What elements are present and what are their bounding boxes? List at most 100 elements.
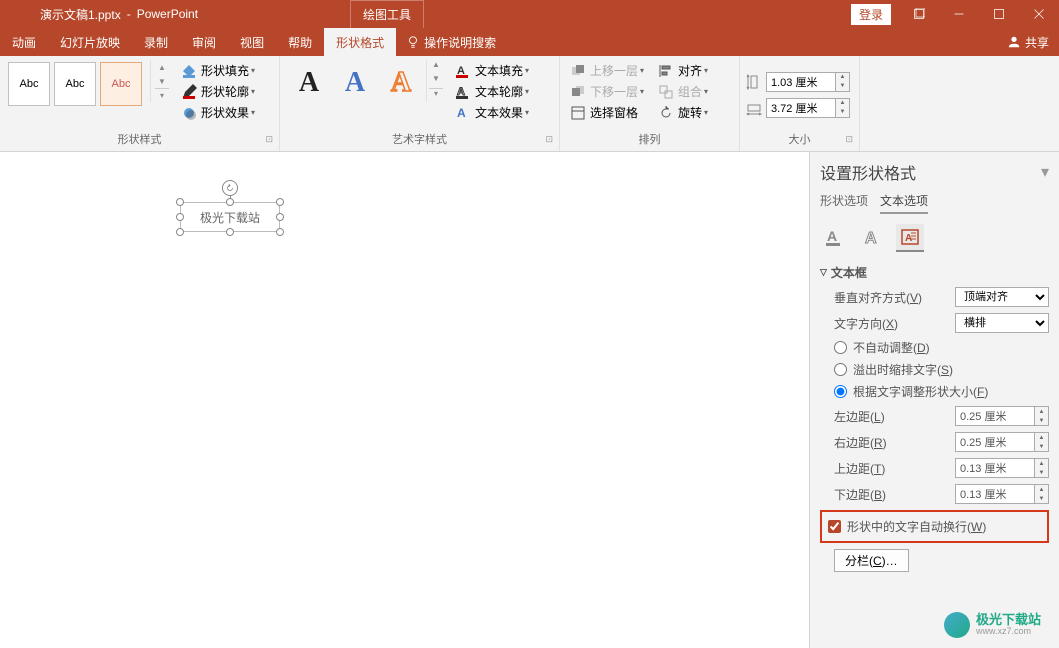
shape-effects-button[interactable]: 形状效果▾ <box>177 102 259 123</box>
input-bottom-margin[interactable]: 0.13 厘米 <box>955 484 1035 504</box>
resize-handle-sw[interactable] <box>176 228 184 236</box>
subtab-textbox[interactable]: A <box>896 224 924 252</box>
resize-handle-n[interactable] <box>226 198 234 206</box>
radio-resize[interactable]: 根据文字调整形状大小(F) <box>834 383 1049 400</box>
resize-handle-w[interactable] <box>176 213 184 221</box>
tab-view[interactable]: 视图 <box>228 28 276 56</box>
tab-record[interactable]: 录制 <box>132 28 180 56</box>
select-valign[interactable]: 顶端对齐 <box>955 287 1049 307</box>
columns-button[interactable]: 分栏(C)… <box>834 549 909 572</box>
select-textdir[interactable]: 横排 <box>955 313 1049 333</box>
pen-icon <box>181 84 197 100</box>
resize-handle-ne[interactable] <box>276 198 284 206</box>
tab-help[interactable]: 帮助 <box>276 28 324 56</box>
spinner[interactable]: ▲▼ <box>1035 432 1049 452</box>
watermark-url: www.xz7.com <box>976 627 1041 637</box>
group-button[interactable]: 组合▾ <box>654 81 712 102</box>
canvas[interactable]: 极光下载站 <box>0 152 809 648</box>
dialog-launcher-icon[interactable]: ⊡ <box>265 134 273 145</box>
bucket-icon <box>181 63 197 79</box>
text-fill-button[interactable]: A 文本填充▾ <box>451 60 533 81</box>
send-backward-button[interactable]: 下移一层▾ <box>566 81 648 102</box>
input-left-margin[interactable]: 0.25 厘米 <box>955 406 1035 426</box>
spinner[interactable]: ▲▼ <box>1035 458 1049 478</box>
text-effects-icon: A <box>455 105 471 121</box>
bring-forward-icon <box>570 63 586 79</box>
label-right-margin: 右边距(R) <box>834 434 955 451</box>
group-shape-styles: Abc Abc Abc ▲ ▼ ▾ 形状填充▾ 形状轮廓▾ <box>0 56 280 151</box>
row-right-margin: 右边距(R) 0.25 厘米▲▼ <box>834 432 1049 452</box>
send-backward-icon <box>570 84 586 100</box>
tab-review[interactable]: 审阅 <box>180 28 228 56</box>
gallery-down[interactable]: ▼ <box>429 74 443 88</box>
resize-handle-e[interactable] <box>276 213 284 221</box>
watermark-logo-icon <box>944 612 970 638</box>
shape-style-3[interactable]: Abc <box>100 62 142 106</box>
align-button[interactable]: 对齐▾ <box>654 60 712 81</box>
close-button[interactable] <box>1019 0 1059 28</box>
shape-style-1[interactable]: Abc <box>8 62 50 106</box>
menu-bar: 动画 幻灯片放映 录制 审阅 视图 帮助 形状格式 操作说明搜索 共享 <box>0 28 1059 56</box>
radio-shrink[interactable]: 溢出时缩排文字(S) <box>834 361 1049 378</box>
input-top-margin[interactable]: 0.13 厘米 <box>955 458 1035 478</box>
group-icon <box>658 84 674 100</box>
tab-animation[interactable]: 动画 <box>0 28 48 56</box>
ribbon-display-button[interactable] <box>899 0 939 28</box>
height-input[interactable]: 1.03 厘米 <box>766 72 836 92</box>
resize-handle-s[interactable] <box>226 228 234 236</box>
tab-shape-options[interactable]: 形状选项 <box>820 192 868 214</box>
label-left-margin: 左边距(L) <box>834 408 955 425</box>
text-fill-icon: A <box>824 227 844 247</box>
rotate-button[interactable]: 旋转▾ <box>654 102 712 123</box>
selection-pane-button[interactable]: 选择窗格 <box>566 102 648 123</box>
resize-handle-nw[interactable] <box>176 198 184 206</box>
login-button[interactable]: 登录 <box>851 4 891 25</box>
gallery-up[interactable]: ▲ <box>155 60 169 74</box>
tab-shape-format[interactable]: 形状格式 <box>324 28 396 56</box>
subtab-text-fill[interactable]: A <box>820 224 848 252</box>
gallery-more[interactable]: ▾ <box>155 88 169 102</box>
rotate-icon <box>225 183 235 193</box>
gallery-down[interactable]: ▼ <box>155 74 169 88</box>
width-icon <box>746 100 762 116</box>
tab-slideshow[interactable]: 幻灯片放映 <box>48 28 132 56</box>
shape-outline-button[interactable]: 形状轮廓▾ <box>177 81 259 102</box>
width-input[interactable]: 3.72 厘米 <box>766 98 836 118</box>
share-button[interactable]: 共享 <box>997 34 1059 51</box>
checkbox-wrap-text[interactable]: 形状中的文字自动换行(W) <box>828 518 1041 535</box>
panel-menu-icon[interactable]: ▾ <box>1041 162 1049 182</box>
gallery-up[interactable]: ▲ <box>429 60 443 74</box>
svg-text:A: A <box>865 230 877 247</box>
dialog-launcher-icon[interactable]: ⊡ <box>845 134 853 145</box>
wordart-style-3[interactable]: A <box>378 60 424 106</box>
shape-fill-button[interactable]: 形状填充▾ <box>177 60 259 81</box>
gallery-more[interactable]: ▾ <box>429 88 443 102</box>
resize-handle-se[interactable] <box>276 228 284 236</box>
tab-text-options[interactable]: 文本选项 <box>880 192 928 214</box>
maximize-button[interactable] <box>979 0 1019 28</box>
width-spinner[interactable]: ▲▼ <box>836 98 850 118</box>
filename: 演示文稿1.pptx <box>40 6 121 23</box>
subtab-text-effects[interactable]: A <box>858 224 886 252</box>
height-icon <box>746 74 762 90</box>
radio-no-autofit[interactable]: 不自动调整(D) <box>834 339 1049 356</box>
tell-me-search[interactable]: 操作说明搜索 <box>396 34 506 51</box>
lightbulb-icon <box>406 35 420 49</box>
wordart-style-1[interactable]: A <box>286 60 332 106</box>
dialog-launcher-icon[interactable]: ⊡ <box>545 134 553 145</box>
rotation-handle[interactable] <box>222 180 238 196</box>
shape-style-2[interactable]: Abc <box>54 62 96 106</box>
wordart-style-2[interactable]: A <box>332 60 378 106</box>
text-outline-button[interactable]: A 文本轮廓▾ <box>451 81 533 102</box>
text-effects-button[interactable]: A 文本效果▾ <box>451 102 533 123</box>
spinner[interactable]: ▲▼ <box>1035 484 1049 504</box>
minimize-button[interactable] <box>939 0 979 28</box>
watermark: 极光下载站 www.xz7.com <box>944 612 1041 638</box>
input-right-margin[interactable]: 0.25 厘米 <box>955 432 1035 452</box>
height-spinner[interactable]: ▲▼ <box>836 72 850 92</box>
label-valign: 垂直对齐方式(V) <box>834 289 955 306</box>
spinner[interactable]: ▲▼ <box>1035 406 1049 426</box>
bring-forward-button[interactable]: 上移一层▾ <box>566 60 648 81</box>
section-textbox[interactable]: ▽ 文本框 <box>820 264 1049 281</box>
selected-shape[interactable]: 极光下载站 <box>180 202 280 232</box>
